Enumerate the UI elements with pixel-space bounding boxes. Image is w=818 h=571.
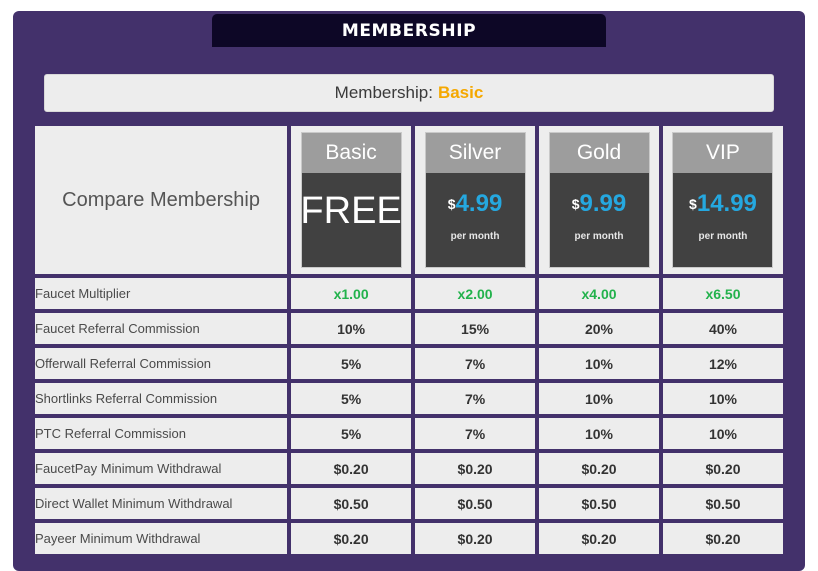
table-row: Shortlinks Referral Commission 5% 7% 10% 10%	[35, 383, 783, 414]
current-membership-banner: Membership: Basic	[44, 74, 774, 112]
plan-period: per month	[698, 231, 748, 242]
plan-price: FREE	[300, 190, 401, 237]
row-value: $0.50	[415, 488, 536, 519]
row-value: 40%	[662, 313, 783, 344]
plan-body: $4.99 per month	[425, 173, 525, 267]
row-value: 10%	[291, 313, 412, 344]
plan-currency: $	[571, 196, 580, 212]
table-row: FaucetPay Minimum Withdrawal $0.20 $0.20 $0…	[35, 453, 783, 484]
row-label: Faucet Multiplier	[35, 278, 288, 309]
plan-currency: $	[689, 196, 697, 212]
comparison-table-wrapper: Compare Membership Basic FREE Silver $4.…	[31, 122, 787, 558]
plan-body: $9.99 per month	[549, 173, 649, 267]
row-value: x1.00	[291, 278, 412, 309]
row-label: Offerwall Referral Commission	[35, 348, 288, 379]
plan-price-value: 4.99	[455, 190, 503, 217]
row-label: Faucet Referral Commission	[35, 313, 288, 344]
row-value: x6.50	[662, 278, 783, 309]
row-value: $0.50	[662, 488, 783, 519]
table-row: Offerwall Referral Commission 5% 7% 10% 12%	[35, 348, 783, 379]
plan-body: FREE	[300, 173, 402, 267]
plan-price: $9.99	[572, 191, 627, 217]
plan-header-cell: VIP $14.99 per month	[662, 126, 783, 274]
plan-period: per month	[450, 231, 500, 242]
row-value: $0.20	[415, 523, 536, 554]
row-value: 5%	[291, 383, 412, 414]
table-row: Payeer Minimum Withdrawal $0.20 $0.20 $0.20…	[35, 523, 783, 554]
plan-price: $14.99	[689, 191, 757, 217]
row-label: FaucetPay Minimum Withdrawal	[35, 453, 288, 484]
plan-price-value: FREE	[300, 189, 402, 232]
page-title-bar: MEMBERSHIP	[212, 14, 606, 47]
plan-body: $14.99 per month	[673, 173, 773, 267]
row-value: 7%	[415, 418, 536, 449]
row-value: 10%	[539, 383, 659, 414]
row-value: $0.20	[291, 523, 412, 554]
current-membership-value: Basic	[437, 83, 484, 102]
plan-price-value: 9.99	[579, 190, 627, 217]
compare-membership-heading: Compare Membership	[35, 126, 288, 274]
row-value: 5%	[291, 348, 412, 379]
row-value: $0.50	[291, 488, 412, 519]
row-value: x4.00	[539, 278, 659, 309]
row-value: $0.20	[662, 453, 783, 484]
current-membership-label: Membership:	[334, 83, 433, 102]
table-body: Faucet Multiplier x1.00 x2.00 x4.00 x6.50 Fau…	[35, 278, 783, 554]
row-value: 7%	[415, 348, 536, 379]
row-value: $0.20	[291, 453, 412, 484]
row-label: Shortlinks Referral Commission	[35, 383, 288, 414]
row-value: $0.50	[539, 488, 659, 519]
row-value: $0.20	[539, 453, 659, 484]
row-value: $0.20	[662, 523, 783, 554]
row-label: PTC Referral Commission	[35, 418, 288, 449]
table-row: Direct Wallet Minimum Withdrawal $0.50 $0.…	[35, 488, 783, 519]
row-value: $0.20	[415, 453, 536, 484]
table-row: Faucet Referral Commission 10% 15% 20% 40%	[35, 313, 783, 344]
plan-name: Basic	[301, 133, 401, 173]
plan-price-value: 14.99	[696, 190, 757, 217]
plan-header-cell: Silver $4.99 per month	[415, 126, 536, 274]
plan-card-basic[interactable]: Basic FREE	[300, 132, 402, 268]
row-value: x2.00	[415, 278, 536, 309]
plan-price: $4.99	[448, 191, 503, 217]
plan-period: per month	[574, 231, 624, 242]
row-value: 5%	[291, 418, 412, 449]
plan-header-cell: Gold $9.99 per month	[539, 126, 659, 274]
row-label: Payeer Minimum Withdrawal	[35, 523, 288, 554]
row-value: 12%	[662, 348, 783, 379]
table-head: Compare Membership Basic FREE Silver $4.…	[35, 126, 783, 274]
membership-panel: MEMBERSHIP Membership: Basic Compare Mem…	[13, 11, 805, 571]
plan-name: VIP	[673, 133, 773, 173]
plan-name: Gold	[549, 133, 649, 173]
row-value: 10%	[662, 383, 783, 414]
row-value: 7%	[415, 383, 536, 414]
row-value: 10%	[662, 418, 783, 449]
plan-header-cell: Basic FREE	[291, 126, 412, 274]
table-row: Faucet Multiplier x1.00 x2.00 x4.00 x6.50	[35, 278, 783, 309]
row-label: Direct Wallet Minimum Withdrawal	[35, 488, 288, 519]
plan-card-vip[interactable]: VIP $14.99 per month	[672, 132, 774, 268]
plan-card-gold[interactable]: Gold $9.99 per month	[548, 132, 650, 268]
membership-comparison-table: Compare Membership Basic FREE Silver $4.…	[31, 122, 787, 558]
row-value: 20%	[539, 313, 659, 344]
plan-card-silver[interactable]: Silver $4.99 per month	[424, 132, 526, 268]
row-value: 10%	[539, 418, 659, 449]
row-value: 15%	[415, 313, 536, 344]
row-value: $0.20	[539, 523, 659, 554]
plan-name: Silver	[425, 133, 525, 173]
plan-currency: $	[447, 196, 456, 212]
table-row: PTC Referral Commission 5% 7% 10% 10%	[35, 418, 783, 449]
table-header-row: Compare Membership Basic FREE Silver $4.…	[35, 126, 783, 274]
page-title: MEMBERSHIP	[341, 20, 477, 41]
row-value: 10%	[539, 348, 659, 379]
